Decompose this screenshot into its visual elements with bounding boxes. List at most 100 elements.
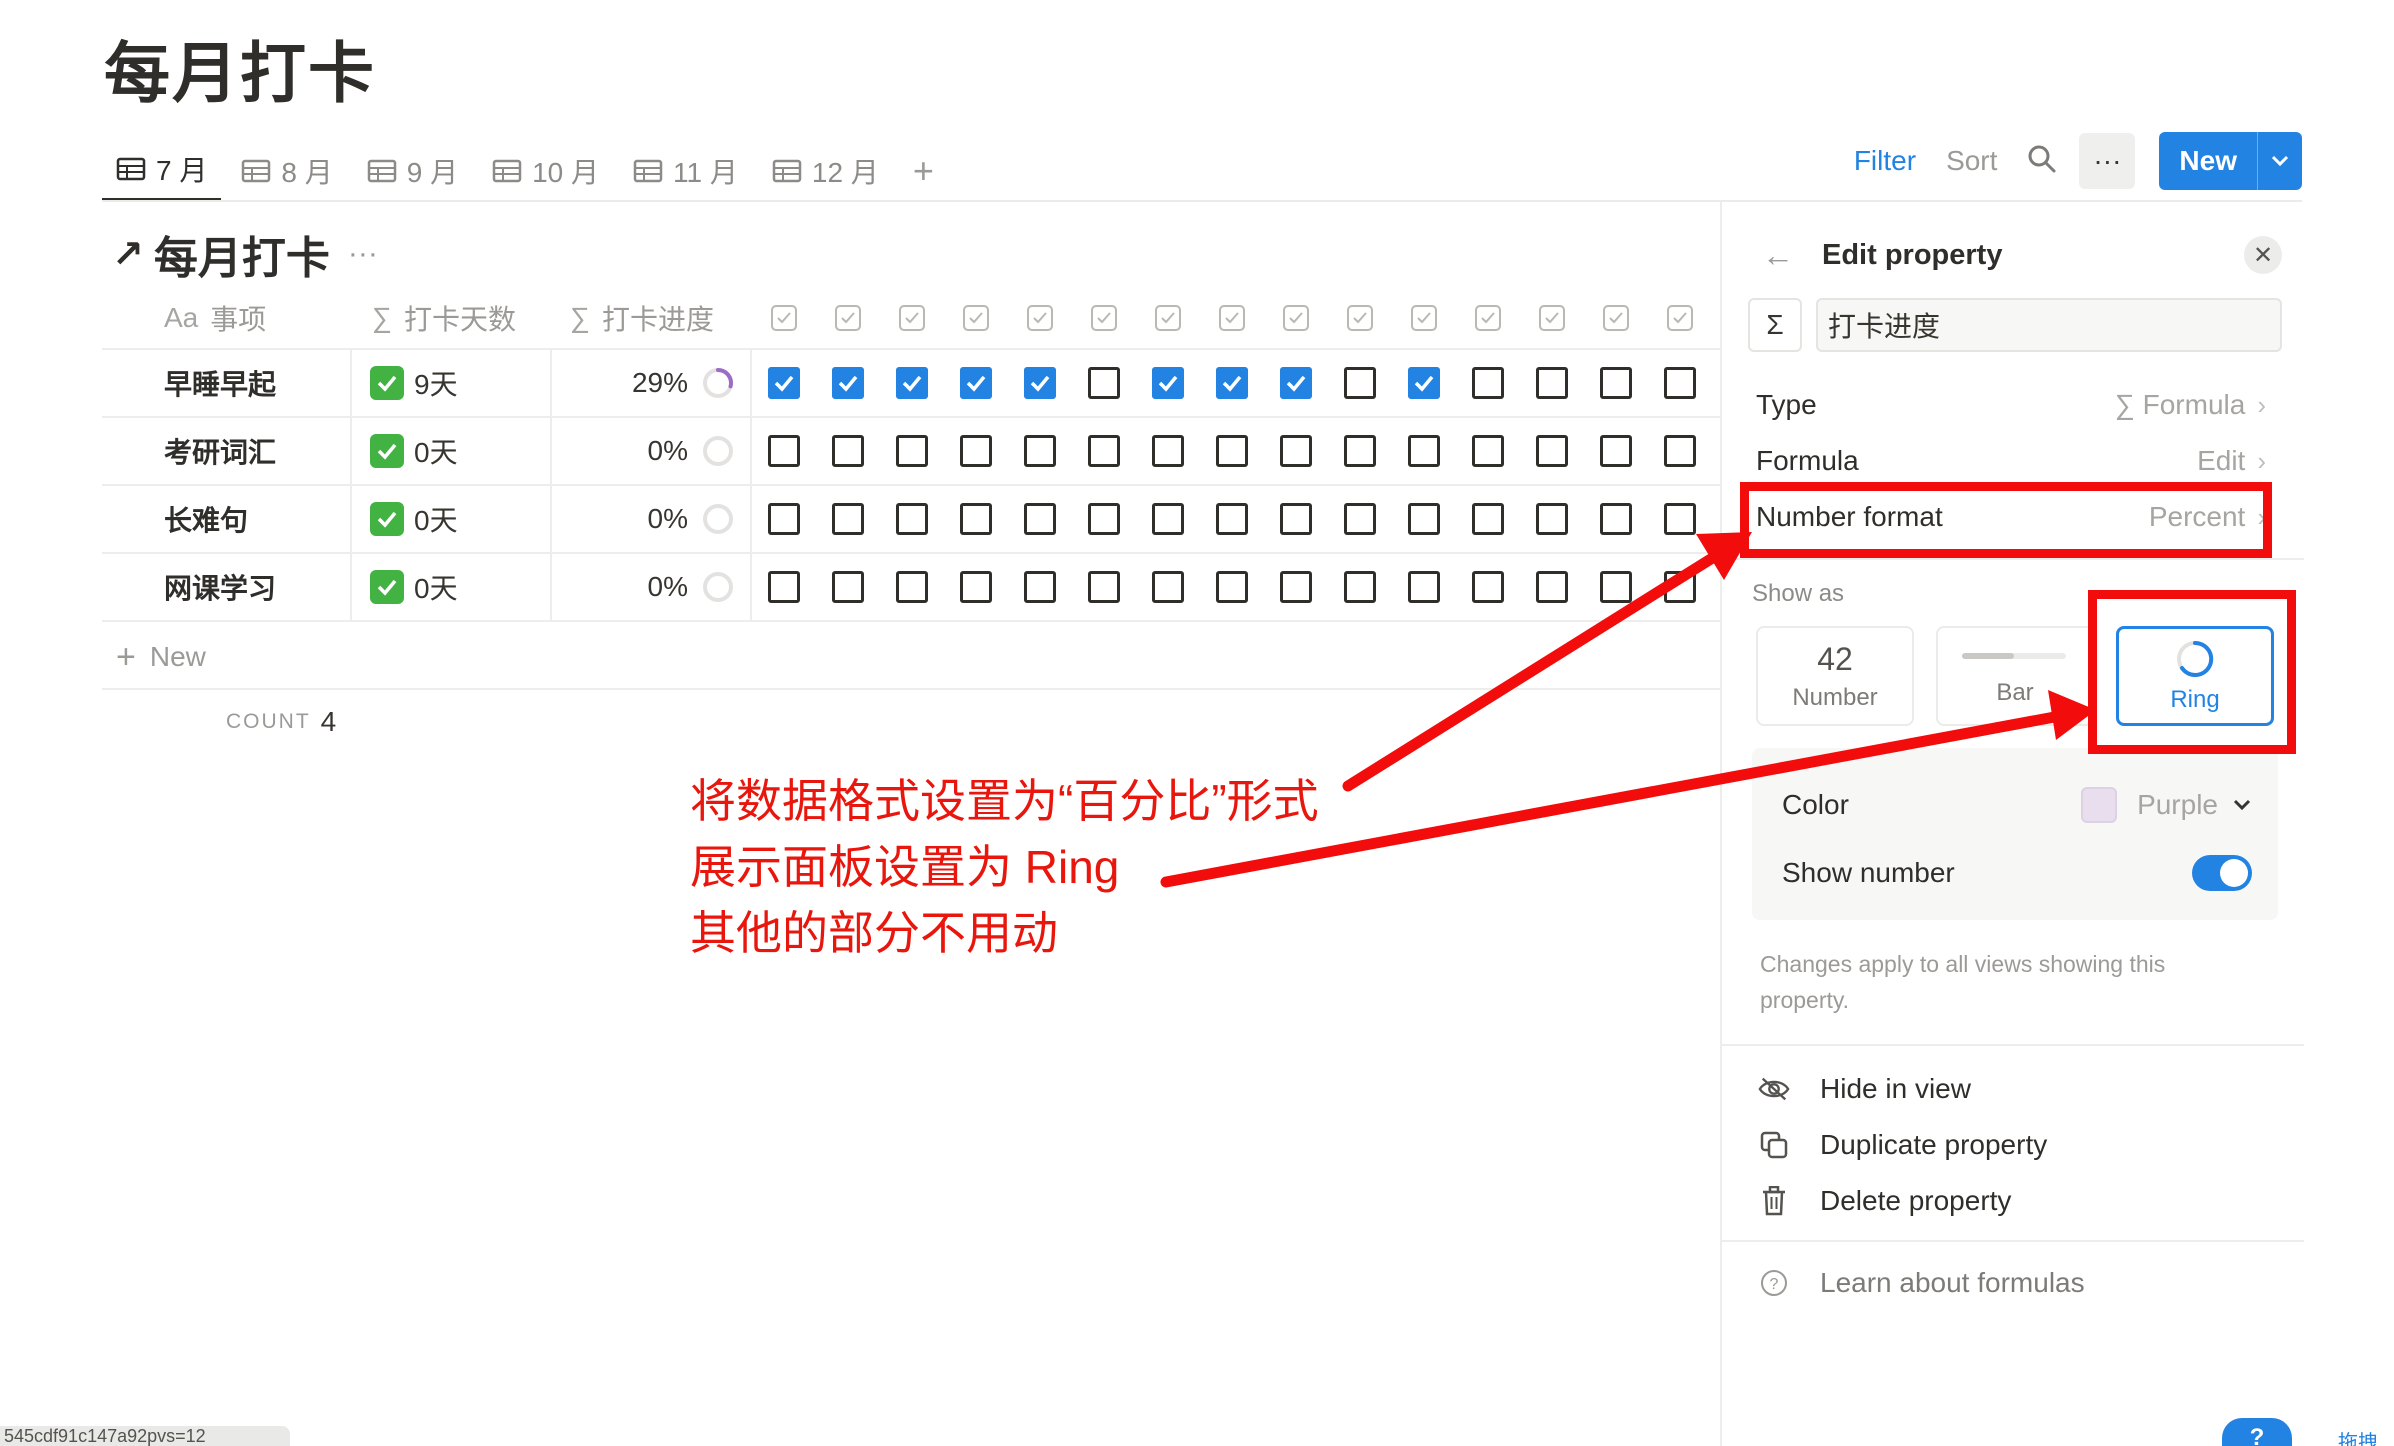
column-header-day-5[interactable] — [1008, 288, 1072, 348]
checkbox-unchecked[interactable] — [768, 435, 800, 467]
column-header-day-6[interactable] — [1072, 288, 1136, 348]
hide-in-view-button[interactable]: Hide in view — [1758, 1066, 1971, 1112]
checkbox-unchecked[interactable] — [1600, 503, 1632, 535]
show-number-toggle[interactable] — [2192, 855, 2252, 891]
column-header-progress[interactable]: ∑ 打卡进度 — [552, 288, 752, 348]
checkbox-unchecked[interactable] — [1472, 367, 1504, 399]
checkbox-checked[interactable] — [768, 367, 800, 399]
checkbox-unchecked[interactable] — [1536, 503, 1568, 535]
tab-month-2[interactable]: 9 月 — [353, 140, 472, 202]
checkbox-unchecked[interactable] — [832, 571, 864, 603]
column-header-day-4[interactable] — [944, 288, 1008, 348]
checkbox-unchecked[interactable] — [896, 571, 928, 603]
checkbox-unchecked[interactable] — [1472, 571, 1504, 603]
column-header-day-13[interactable] — [1520, 288, 1584, 348]
checkbox-unchecked[interactable] — [960, 435, 992, 467]
cell-name[interactable]: 长难句 — [102, 486, 352, 552]
tab-month-1[interactable]: 8 月 — [227, 140, 346, 202]
cell-name[interactable]: 考研词汇 — [102, 418, 352, 484]
database-menu-icon[interactable]: ··· — [348, 237, 378, 271]
checkbox-checked[interactable] — [1280, 367, 1312, 399]
more-options-button[interactable]: ··· — [2079, 133, 2136, 189]
cell-days[interactable]: 0天 — [352, 418, 552, 484]
cell-progress[interactable]: 0% — [552, 418, 752, 484]
checkbox-unchecked[interactable] — [1472, 435, 1504, 467]
checkbox-unchecked[interactable] — [1088, 503, 1120, 535]
column-header-day-8[interactable] — [1200, 288, 1264, 348]
checkbox-unchecked[interactable] — [1344, 435, 1376, 467]
show-as-bar-option[interactable]: Bar — [1936, 626, 2094, 726]
column-header-days[interactable]: ∑ 打卡天数 — [352, 288, 552, 348]
checkbox-unchecked[interactable] — [1280, 503, 1312, 535]
column-header-day-9[interactable] — [1264, 288, 1328, 348]
cell-progress[interactable]: 0% — [552, 486, 752, 552]
add-view-icon[interactable]: + — [899, 150, 948, 192]
checkbox-unchecked[interactable] — [1152, 435, 1184, 467]
filter-button[interactable]: Filter — [1854, 145, 1916, 177]
tab-month-5[interactable]: 12 月 — [758, 140, 893, 202]
checkbox-unchecked[interactable] — [1280, 571, 1312, 603]
checkbox-unchecked[interactable] — [1600, 435, 1632, 467]
checkbox-checked[interactable] — [1024, 367, 1056, 399]
cell-days[interactable]: 9天 — [352, 350, 552, 416]
row-count[interactable]: COUNT 4 — [226, 706, 336, 738]
checkbox-unchecked[interactable] — [768, 503, 800, 535]
checkbox-unchecked[interactable] — [1536, 571, 1568, 603]
checkbox-checked[interactable] — [896, 367, 928, 399]
cell-days[interactable]: 0天 — [352, 486, 552, 552]
checkbox-unchecked[interactable] — [1216, 435, 1248, 467]
back-arrow-icon[interactable]: ← — [1762, 237, 1794, 274]
checkbox-unchecked[interactable] — [1344, 367, 1376, 399]
cell-name[interactable]: 网课学习 — [102, 554, 352, 620]
cell-progress[interactable]: 0% — [552, 554, 752, 620]
cell-name[interactable]: 早睡早起 — [102, 350, 352, 416]
show-as-number-option[interactable]: 42 Number — [1756, 626, 1914, 726]
checkbox-unchecked[interactable] — [832, 435, 864, 467]
duplicate-property-button[interactable]: Duplicate property — [1758, 1122, 2047, 1168]
column-header-day-14[interactable] — [1584, 288, 1648, 348]
column-header-day-3[interactable] — [880, 288, 944, 348]
tab-month-4[interactable]: 11 月 — [619, 140, 752, 202]
checkbox-unchecked[interactable] — [1088, 571, 1120, 603]
checkbox-unchecked[interactable] — [960, 503, 992, 535]
column-header-name[interactable]: Aa 事项 — [102, 288, 352, 348]
checkbox-unchecked[interactable] — [1088, 367, 1120, 399]
checkbox-unchecked[interactable] — [768, 571, 800, 603]
checkbox-unchecked[interactable] — [1472, 503, 1504, 535]
checkbox-unchecked[interactable] — [1408, 503, 1440, 535]
column-header-day-12[interactable] — [1456, 288, 1520, 348]
close-icon[interactable]: ✕ — [2244, 236, 2282, 274]
checkbox-unchecked[interactable] — [1024, 435, 1056, 467]
checkbox-unchecked[interactable] — [832, 503, 864, 535]
bottom-link[interactable]: 拖拽 — [2338, 1426, 2378, 1446]
checkbox-unchecked[interactable] — [1216, 503, 1248, 535]
color-row[interactable]: Color Purple — [1782, 780, 2252, 830]
column-header-day-15[interactable] — [1648, 288, 1712, 348]
column-header-day-10[interactable] — [1328, 288, 1392, 348]
checkbox-unchecked[interactable] — [1664, 367, 1696, 399]
checkbox-checked[interactable] — [1152, 367, 1184, 399]
checkbox-checked[interactable] — [1408, 367, 1440, 399]
chevron-down-icon[interactable] — [2258, 132, 2302, 190]
column-header-day-11[interactable] — [1392, 288, 1456, 348]
database-title[interactable]: ↗ 每月打卡 ··· — [112, 222, 378, 286]
column-header-day-2[interactable] — [816, 288, 880, 348]
column-header-day-1[interactable] — [752, 288, 816, 348]
search-icon[interactable] — [2027, 144, 2057, 179]
checkbox-unchecked[interactable] — [1664, 503, 1696, 535]
checkbox-unchecked[interactable] — [1216, 571, 1248, 603]
checkbox-unchecked[interactable] — [1408, 571, 1440, 603]
property-name-input[interactable] — [1816, 298, 2282, 352]
checkbox-unchecked[interactable] — [1536, 435, 1568, 467]
type-row[interactable]: Type ∑ Formula › — [1756, 380, 2266, 430]
checkbox-unchecked[interactable] — [1152, 503, 1184, 535]
checkbox-unchecked[interactable] — [1600, 367, 1632, 399]
checkbox-unchecked[interactable] — [1344, 503, 1376, 535]
checkbox-unchecked[interactable] — [1024, 571, 1056, 603]
checkbox-unchecked[interactable] — [1536, 367, 1568, 399]
checkbox-unchecked[interactable] — [1152, 571, 1184, 603]
cell-progress[interactable]: 29% — [552, 350, 752, 416]
help-button[interactable]: ? — [2222, 1418, 2292, 1446]
checkbox-unchecked[interactable] — [960, 571, 992, 603]
new-button[interactable]: New — [2159, 132, 2302, 190]
